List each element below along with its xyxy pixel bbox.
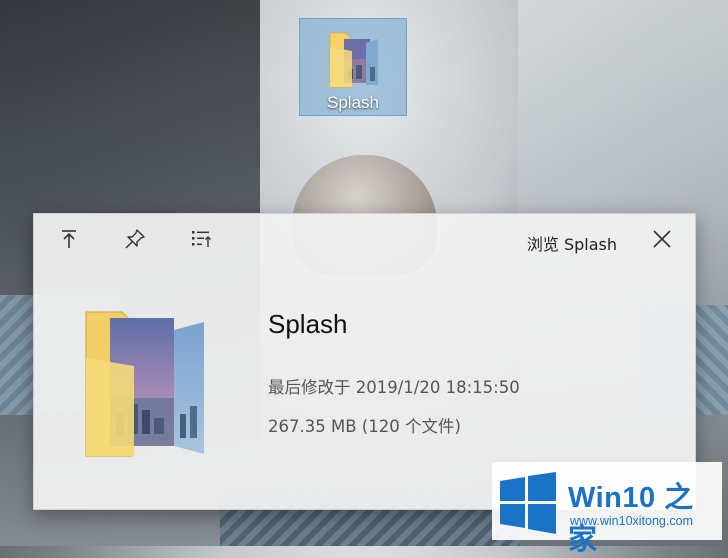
desktop-icon-label: Splash — [327, 93, 379, 112]
watermark-url: www.win10xitong.com — [570, 514, 693, 528]
desktop-folder-splash[interactable]: Splash — [299, 18, 407, 116]
folder-with-photo-icon — [85, 311, 204, 457]
close-button[interactable] — [651, 228, 673, 250]
watermark-title-prefix: Win10 — [568, 482, 656, 514]
folder-name: Splash — [268, 309, 348, 339]
flyout-toolbar: 浏览 Splash — [34, 214, 695, 266]
move-to-top-icon — [62, 230, 76, 248]
watermark: Win10 之家 www.win10xitong.com — [492, 462, 722, 556]
last-modified-text: 最后修改于 2019/1/20 18:15:50 — [268, 378, 520, 397]
windows-logo-icon — [500, 472, 556, 534]
close-icon — [653, 230, 671, 248]
size-text: 267.35 MB (120 个文件) — [268, 417, 461, 436]
sort-list-icon — [192, 231, 211, 247]
move-to-top-button[interactable] — [58, 228, 80, 250]
folder-with-photo-icon — [329, 32, 378, 88]
pin-icon — [125, 229, 145, 249]
pin-button[interactable] — [124, 228, 146, 250]
flyout-title: 浏览 Splash — [526, 235, 617, 254]
sort-button[interactable] — [190, 228, 212, 250]
